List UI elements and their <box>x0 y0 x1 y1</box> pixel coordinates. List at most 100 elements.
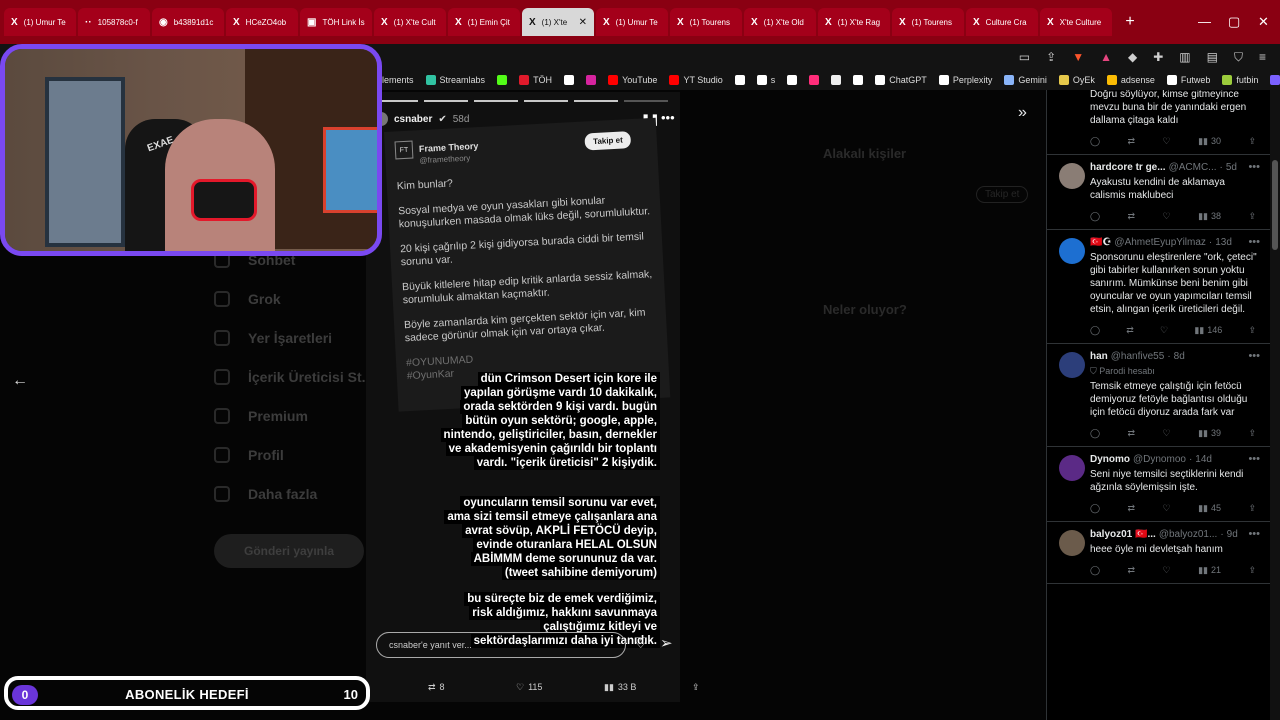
reply-retweet-icon[interactable]: ⇄ <box>1128 210 1136 223</box>
reply-avatar[interactable] <box>1059 352 1085 378</box>
reply-comment-icon[interactable]: ◯ <box>1090 135 1100 148</box>
sidebar-toggle-icon[interactable]: ▥ <box>1179 50 1190 64</box>
close-window-icon[interactable]: ✕ <box>1258 14 1269 30</box>
reply-author[interactable]: balyoz01 🇹🇷... <box>1090 528 1156 541</box>
reply-share-icon[interactable]: ⇪ <box>1248 324 1256 337</box>
reply-retweet-icon[interactable]: ⇄ <box>1128 564 1136 577</box>
bookmark-item[interactable]: TÖH <box>519 75 552 85</box>
bookmark-item[interactable]: Futweb <box>1166 75 1210 85</box>
nav-item[interactable]: İçerik Üreticisi St... <box>214 357 373 396</box>
bookmark-item[interactable]: YT Studio <box>669 75 723 85</box>
reply-comment-icon[interactable]: ◯ <box>1090 564 1100 577</box>
views-stat[interactable]: ▮▮ 33 B <box>604 682 636 693</box>
send-icon[interactable]: ➢ <box>660 634 673 652</box>
reply-share-icon[interactable]: ⇪ <box>1248 135 1256 148</box>
browser-tab[interactable]: X X'te Culture <box>1040 8 1112 36</box>
reply-more-icon[interactable]: ••• <box>1248 236 1260 249</box>
browser-tab[interactable]: X (1) Tourens <box>670 8 742 36</box>
reply-author[interactable]: Dynomo <box>1090 453 1130 466</box>
bookmark-item[interactable]: Streamlabs <box>425 75 485 85</box>
browser-tab[interactable]: X (1) Emin Çit <box>448 8 520 36</box>
browser-tab[interactable]: X (1) Tourens <box>892 8 964 36</box>
reply-share-icon[interactable]: ⇪ <box>1248 502 1256 515</box>
reply-item[interactable]: ••• Dynomo @Dynomoo · 14d Seni niye temsilci … <box>1047 447 1270 522</box>
bookmark-item[interactable] <box>734 75 745 85</box>
reply-item[interactable]: ••• balyoz01 🇹🇷... @balyoz01... · 9d heee öyl… <box>1047 522 1270 584</box>
nav-item[interactable]: Grok <box>214 279 373 318</box>
bookmark-item[interactable]: s <box>756 75 775 85</box>
reply-views[interactable]: ▮▮ 30 <box>1198 135 1221 148</box>
reply-item[interactable]: ••• hardcore tr ge... @ACMC... · 5d Ayakustu … <box>1047 155 1270 230</box>
reply-item[interactable]: ••• han @hanfive55 · 8d ⛉ Parodi hesabı Temsik… <box>1047 344 1270 447</box>
bookmark-item[interactable]: adsense <box>1106 75 1155 85</box>
reply-retweet-icon[interactable]: ⇄ <box>1128 502 1136 515</box>
extension-icon[interactable]: ◆ <box>1128 50 1137 64</box>
nav-item[interactable]: Yer İşaretleri <box>214 318 373 357</box>
like-stat[interactable]: ♡ 115 <box>516 682 542 693</box>
heart-icon[interactable]: ♡ <box>634 634 647 652</box>
scrollbar-thumb[interactable] <box>1272 160 1278 250</box>
browser-tab[interactable]: X (1) Umur Te <box>596 8 668 36</box>
reply-views[interactable]: ▮▮ 39 <box>1198 427 1221 440</box>
reply-like-icon[interactable]: ♡ <box>1160 324 1168 337</box>
reply-author[interactable]: han <box>1090 350 1108 363</box>
browser-tab[interactable]: X (1) X'te Rag <box>818 8 890 36</box>
minimize-icon[interactable]: — <box>1198 14 1211 29</box>
reply-author[interactable]: 🇹🇷☪ <box>1090 236 1111 249</box>
bookmark-item[interactable]: ChatGPT <box>875 75 927 85</box>
reply-views[interactable]: ▮▮ 146 <box>1194 324 1222 337</box>
story-more-icon[interactable]: ••• <box>661 110 675 125</box>
reply-item[interactable]: Doğru söylüyor, kimse gitmeyince mevzu b… <box>1047 90 1270 155</box>
reply-share-icon[interactable]: ⇪ <box>1248 564 1256 577</box>
reply-like-icon[interactable]: ♡ <box>1163 135 1171 148</box>
back-arrow-icon[interactable]: ← <box>12 372 28 390</box>
brave-shield-icon[interactable]: ▼ <box>1072 50 1084 64</box>
reply-avatar[interactable] <box>1059 530 1085 556</box>
browser-tab[interactable]: ◉ b43891d1c <box>152 8 224 36</box>
bookmark-item[interactable] <box>787 75 798 85</box>
nav-item[interactable]: Premium <box>214 396 373 435</box>
reply-share-icon[interactable]: ⇪ <box>1248 210 1256 223</box>
reply-avatar[interactable] <box>1059 238 1085 264</box>
wallet-icon[interactable]: ▤ <box>1207 50 1218 64</box>
reply-retweet-icon[interactable]: ⇄ <box>1128 427 1136 440</box>
browser-tab[interactable]: X Culture Cra <box>966 8 1038 36</box>
nav-item[interactable]: Daha fazla <box>214 474 373 513</box>
retweet-stat[interactable]: ⇄ 8 <box>428 682 445 693</box>
reply-comment-icon[interactable]: ◯ <box>1090 502 1100 515</box>
bookmark-item[interactable] <box>853 75 864 85</box>
reply-more-icon[interactable]: ••• <box>1248 161 1260 174</box>
bookmark-item[interactable] <box>586 75 597 85</box>
reply-retweet-icon[interactable]: ⇄ <box>1128 135 1136 148</box>
bookmark-item[interactable] <box>564 75 575 85</box>
reply-like-icon[interactable]: ♡ <box>1163 502 1171 515</box>
share-post-icon[interactable]: ⇪ <box>692 682 700 693</box>
reply-avatar[interactable] <box>1059 455 1085 481</box>
browser-tab[interactable]: ·· 105878c0-f <box>78 8 150 36</box>
double-chevron-icon[interactable]: » <box>1018 104 1027 122</box>
reply-comment-icon[interactable]: ◯ <box>1090 210 1100 223</box>
bookmark-item[interactable] <box>497 75 508 85</box>
cast-icon[interactable]: ▭ <box>1019 50 1030 64</box>
share-icon[interactable]: ⇪ <box>1046 50 1056 64</box>
bookmark-item[interactable]: YouTube <box>608 75 657 85</box>
reply-avatar[interactable] <box>1059 163 1085 189</box>
browser-tab[interactable]: X (1) X'te Cult <box>374 8 446 36</box>
browser-tab[interactable]: X HCeZO4ob <box>226 8 298 36</box>
nav-item[interactable]: Profil <box>214 435 373 474</box>
browser-tab[interactable]: X (1) Umur Te <box>4 8 76 36</box>
vpn-icon[interactable]: ⛉ <box>1234 50 1243 65</box>
extensions-puzzle-icon[interactable]: ✚ <box>1153 50 1163 64</box>
reply-author[interactable]: hardcore tr ge... <box>1090 161 1166 174</box>
bookmark-item[interactable]: Gemini <box>1004 75 1047 85</box>
reply-like-icon[interactable]: ♡ <box>1163 427 1171 440</box>
bookmark-item[interactable] <box>1270 75 1280 85</box>
browser-tab[interactable]: ▣ TÖH Link İs <box>300 8 372 36</box>
reply-more-icon[interactable]: ••• <box>1248 350 1260 363</box>
post-button[interactable]: Gönderi yayınla <box>214 534 364 568</box>
reply-more-icon[interactable]: ••• <box>1248 528 1260 541</box>
close-tab-icon[interactable]: ✕ <box>579 17 587 28</box>
bookmark-item[interactable] <box>809 75 820 85</box>
bookmark-item[interactable]: Perplexity <box>938 75 992 85</box>
bookmark-item[interactable]: futbin <box>1222 75 1258 85</box>
